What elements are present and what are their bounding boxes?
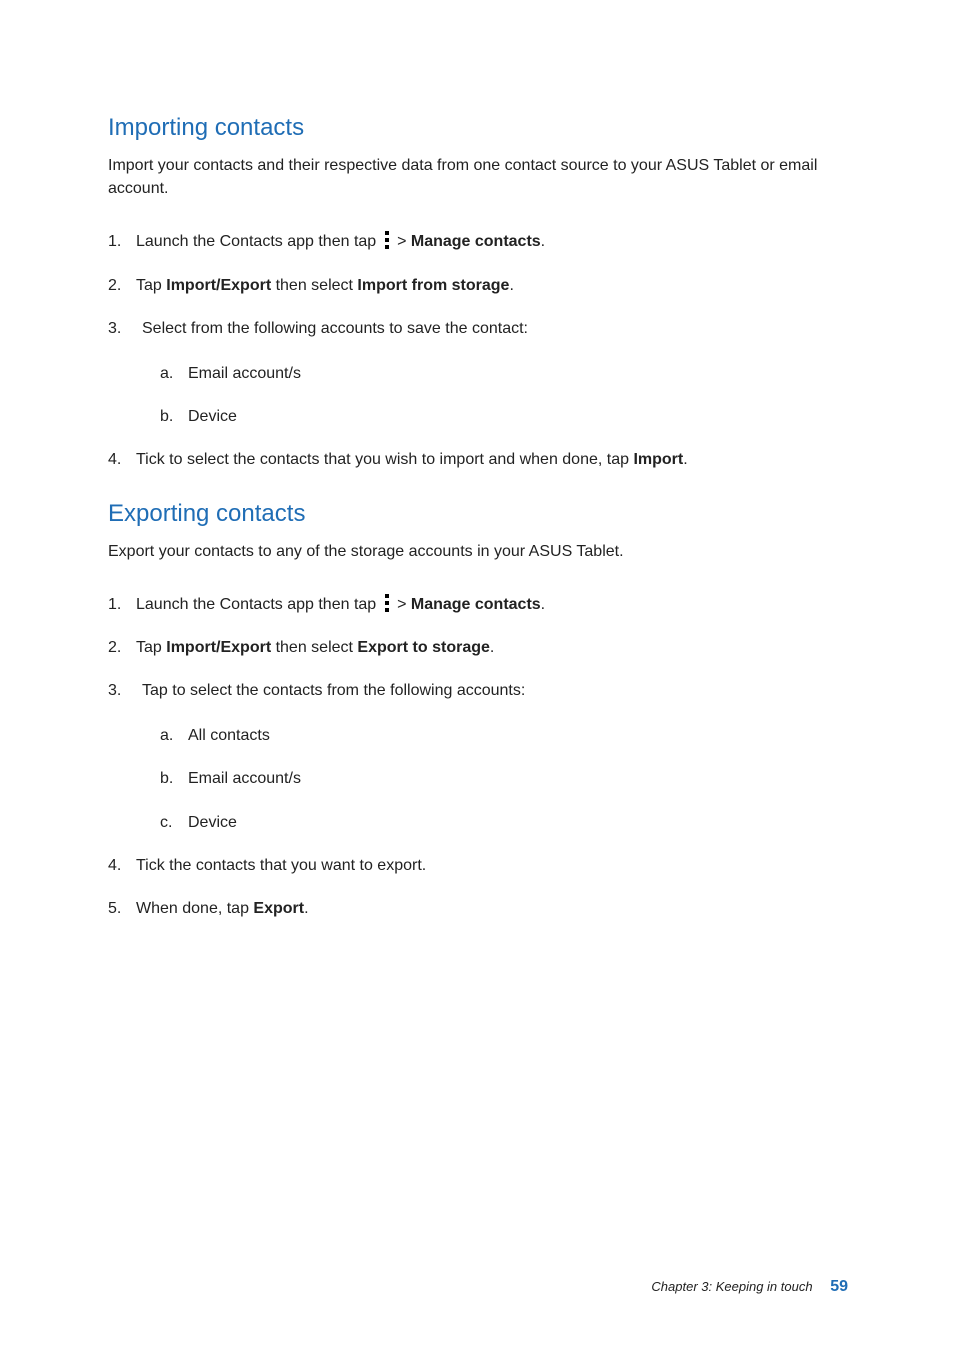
step-bold: Import/Export: [166, 277, 271, 294]
importing-step-2: 2. Tap Import/Export then select Import …: [108, 274, 848, 297]
step-bold: Export to storage: [357, 639, 489, 656]
sublist-letter: b.: [160, 405, 173, 428]
exporting-steps: 1. Launch the Contacts app then tap > Ma…: [108, 593, 848, 921]
sublist-item: a. Email account/s: [136, 362, 848, 385]
sublist-item: b. Email account/s: [136, 767, 848, 790]
sublist-letter: c.: [160, 811, 172, 834]
sublist-text: Email account/s: [188, 365, 301, 382]
gt-text: >: [393, 596, 411, 613]
footer-page-number: 59: [830, 1278, 848, 1295]
page-footer: Chapter 3: Keeping in touch 59: [651, 1278, 848, 1296]
exporting-step-1: 1. Launch the Contacts app then tap > Ma…: [108, 593, 848, 616]
importing-heading: Importing contacts: [108, 114, 848, 142]
sublist-text: All contacts: [188, 727, 270, 744]
sublist-text: Email account/s: [188, 770, 301, 787]
step-number: 3.: [108, 317, 121, 340]
exporting-step-5: 5. When done, tap Export.: [108, 897, 848, 920]
step-bold: Import from storage: [357, 277, 509, 294]
overflow-menu-icon: [383, 231, 391, 249]
step-mid: then select: [271, 277, 357, 294]
exporting-section: Exporting contacts Export your contacts …: [108, 500, 848, 921]
sublist-item: a. All contacts: [136, 724, 848, 747]
exporting-heading: Exporting contacts: [108, 500, 848, 528]
step-number: 3.: [108, 679, 121, 702]
exporting-step-2: 2. Tap Import/Export then select Export …: [108, 636, 848, 659]
step-number: 2.: [108, 274, 121, 297]
importing-section: Importing contacts Import your contacts …: [108, 114, 848, 472]
sublist-item: c. Device: [136, 811, 848, 834]
step-number: 1.: [108, 230, 121, 253]
step-bold: Import/Export: [166, 639, 271, 656]
gt-text: >: [393, 233, 411, 250]
step-post: .: [541, 233, 545, 250]
exporting-step-3-sublist: a. All contacts b. Email account/s c. Devic…: [136, 724, 848, 834]
step-bold: Export: [253, 900, 304, 917]
exporting-step-4: 4. Tick the contacts that you want to ex…: [108, 854, 848, 877]
step-number: 5.: [108, 897, 121, 920]
step-bold: Manage contacts: [411, 596, 541, 613]
sublist-text: Device: [188, 408, 237, 425]
sublist-item: b. Device: [136, 405, 848, 428]
step-number: 1.: [108, 593, 121, 616]
step-text: Tick to select the contacts that you wis…: [136, 451, 633, 468]
sublist-text: Device: [188, 814, 237, 831]
importing-step-3: 3. Select from the following accounts to…: [108, 317, 848, 429]
step-bold: Import: [633, 451, 683, 468]
sublist-letter: a.: [160, 724, 173, 747]
importing-steps: 1. Launch the Contacts app then tap > Ma…: [108, 230, 848, 471]
step-number: 4.: [108, 854, 121, 877]
step-number: 4.: [108, 448, 121, 471]
step-text: Tap: [136, 639, 166, 656]
step-post: .: [304, 900, 308, 917]
step-text: Select from the following accounts to sa…: [136, 317, 528, 340]
sublist-letter: a.: [160, 362, 173, 385]
step-mid: then select: [271, 639, 357, 656]
step-text: Launch the Contacts app then tap: [136, 233, 381, 250]
importing-step-4: 4. Tick to select the contacts that you …: [108, 448, 848, 471]
overflow-menu-icon: [383, 594, 391, 612]
step-post: .: [683, 451, 687, 468]
step-bold: Manage contacts: [411, 233, 541, 250]
importing-step-1: 1. Launch the Contacts app then tap > Ma…: [108, 230, 848, 253]
step-post: .: [541, 596, 545, 613]
footer-chapter: Chapter 3: Keeping in touch: [651, 1279, 812, 1294]
step-text: When done, tap: [136, 900, 253, 917]
step-post: .: [509, 277, 513, 294]
step-text: Tap to select the contacts from the foll…: [136, 679, 525, 702]
step-text: Launch the Contacts app then tap: [136, 596, 381, 613]
sublist-letter: b.: [160, 767, 173, 790]
step-text: Tick the contacts that you want to expor…: [136, 857, 426, 874]
step-text: Tap: [136, 277, 166, 294]
step-number: 2.: [108, 636, 121, 659]
exporting-step-3: 3. Tap to select the contacts from the f…: [108, 679, 848, 834]
importing-step-3-sublist: a. Email account/s b. Device: [136, 362, 848, 428]
step-post: .: [490, 639, 494, 656]
importing-intro: Import your contacts and their respectiv…: [108, 154, 848, 200]
exporting-intro: Export your contacts to any of the stora…: [108, 540, 848, 563]
